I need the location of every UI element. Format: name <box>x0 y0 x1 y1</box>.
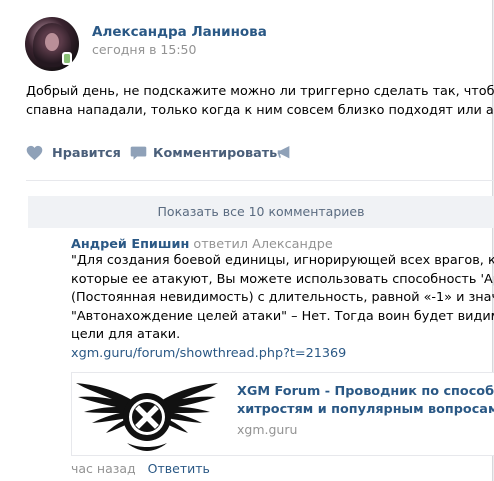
share-button[interactable] <box>277 145 293 160</box>
comment-link[interactable]: xgm.guru/forum/showthread.php?t=21369 <box>71 345 494 364</box>
avatar-face <box>45 33 59 51</box>
link-attachment[interactable]: XGM Forum - Проводник по способностям, х… <box>71 372 494 456</box>
heart-icon <box>26 145 43 161</box>
comment-time[interactable]: час назад <box>71 461 136 476</box>
comment-text-line: цели для атаки. <box>71 327 181 342</box>
post-card: Александра Ланинова сегодня в 15:50 Добр… <box>0 0 494 481</box>
attachment-title-line: XGM Forum - Проводник по способностям, <box>237 384 494 399</box>
comment-replied-to[interactable]: ответил Александре <box>193 237 332 252</box>
comment-icon <box>130 146 147 160</box>
xgm-logo-image <box>72 373 222 455</box>
comment-text-line: "Автонахождение целей атаки" – Нет. Тогд… <box>71 308 494 324</box>
attachment-domain: xgm.guru <box>237 422 298 437</box>
like-label: Нравится <box>52 145 121 161</box>
attachment-title-line: хитростям и популярным вопросам <box>237 402 494 417</box>
like-button[interactable]: Нравится <box>26 145 121 161</box>
post-time[interactable]: сегодня в 15:50 <box>92 42 196 57</box>
divider <box>26 180 494 181</box>
comment-header: Андрей Епишин ответил Александре <box>71 237 333 252</box>
reply-button[interactable]: Ответить <box>148 461 210 476</box>
post-text-line: Добрый день, не подскажите можно ли триг… <box>26 84 494 99</box>
mobile-online-icon <box>62 52 72 65</box>
comment-label: Комментировать <box>153 145 278 161</box>
post-text: Добрый день, не подскажите можно ли триг… <box>26 82 494 120</box>
comment-text-line: "Для создания боевой единицы, игнорирующ… <box>71 253 494 268</box>
post-author[interactable]: Александра Ланинова <box>92 24 267 40</box>
attachment-title[interactable]: XGM Forum - Проводник по способностям, х… <box>237 383 494 419</box>
post-text-line: спавна нападали, только когда к ним совс… <box>26 103 494 118</box>
comment-text-line: (Постоянная невидимость) с длительность,… <box>71 290 494 305</box>
comment-button[interactable]: Комментировать <box>130 145 277 161</box>
comment-author[interactable]: Андрей Епишин <box>71 237 189 252</box>
megaphone-icon <box>277 145 290 159</box>
comment-text-line: которые ее атакуют, Вы можете использова… <box>71 271 494 287</box>
comment-text: "Для создания боевой единицы, игнорирующ… <box>71 252 494 363</box>
show-all-comments-button[interactable]: Показать все 10 комментариев <box>28 196 494 228</box>
comment-meta: час назад Ответить <box>71 461 210 476</box>
